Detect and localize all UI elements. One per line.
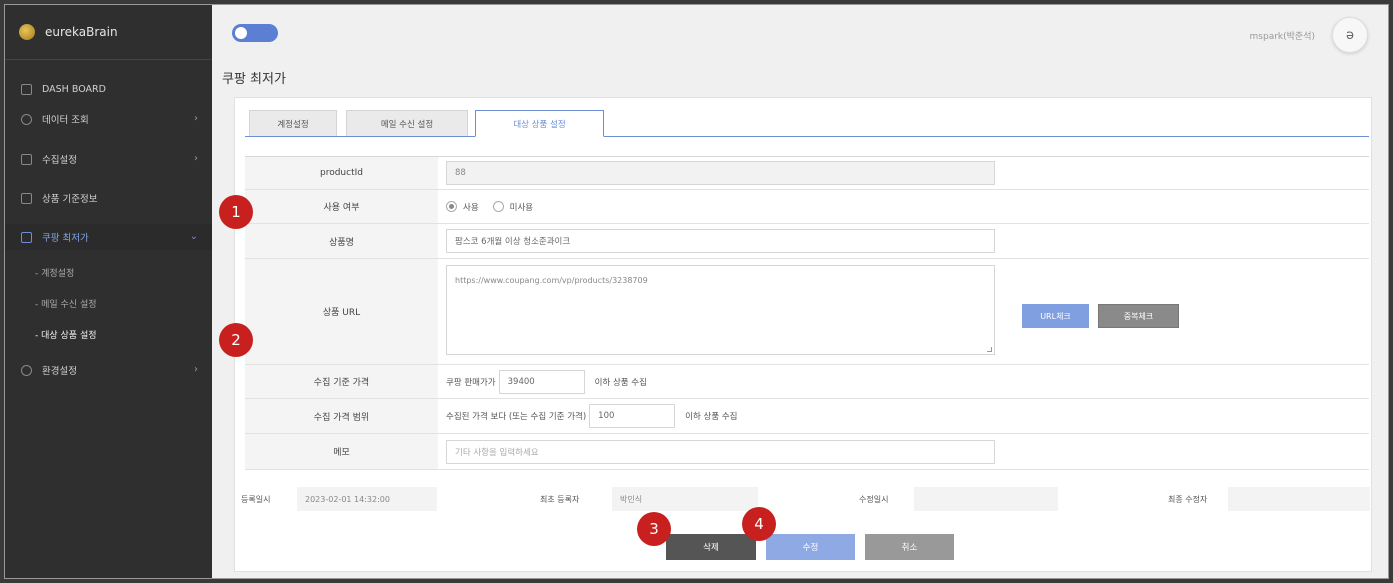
user-name: mspark(박준석)	[1249, 32, 1315, 42]
row-product-id: productId 88	[245, 157, 1369, 190]
last-mod-value	[1228, 487, 1370, 511]
tab-divider	[245, 136, 1369, 137]
tab-target-product[interactable]: 대상 상품 설정	[475, 110, 604, 137]
product-id-label: productId	[245, 157, 438, 189]
chevron-right-icon: ›	[194, 113, 198, 124]
base-price-cell: 쿠팡 판매가가 39400 이하 상품 수집	[438, 365, 647, 398]
price-range-prefix: 수집된 가격 보다 (또는 수집 기준 가격)	[446, 412, 587, 422]
user-icon: ə	[1346, 27, 1354, 43]
dup-check-button[interactable]: 중복체크	[1098, 304, 1179, 328]
product-name-cell: 팜스코 6개월 이상 청소준과이크	[438, 224, 995, 258]
brand-name: eurekaBrain	[45, 25, 118, 39]
edit-button[interactable]: 수정	[766, 534, 855, 560]
sidebar-subitem-account[interactable]: - 계정설정	[35, 266, 74, 279]
product-url-value: https://www.coupang.com/vp/products/3238…	[455, 276, 648, 285]
sidebar-item-label: 데이터 조회	[42, 115, 89, 126]
annotation-badge-4: 4	[742, 507, 776, 541]
sidebar-item-label: 환경설정	[42, 366, 77, 377]
use-label: 사용 여부	[245, 190, 438, 223]
base-price-label: 수집 기준 가격	[245, 365, 438, 398]
sidebar-subitem-mail[interactable]: - 메일 수신 설정	[35, 297, 97, 310]
reg-date-value: 2023-02-01 14:32:00	[297, 487, 437, 511]
use-cell: 사용 미사용	[438, 190, 547, 223]
product-name-input[interactable]: 팜스코 6개월 이상 청소준과이크	[446, 229, 995, 253]
sidebar: eurekaBrain DASH BOARD 데이터 조회 › 수집설정 › 상…	[5, 5, 212, 578]
mod-date-label: 수정일시	[859, 495, 889, 504]
row-base-price: 수집 기준 가격 쿠팡 판매가가 39400 이하 상품 수집	[245, 365, 1369, 399]
sidebar-toggle[interactable]	[232, 24, 278, 42]
sidebar-item-product-info[interactable]: 상품 기준정보	[5, 185, 212, 211]
price-range-label: 수집 가격 범위	[245, 399, 438, 433]
main-content: mspark(박준석) ə 쿠팡 최저가 계정설정 메일 수신 설정 대상 상품…	[212, 5, 1388, 578]
url-check-button[interactable]: URL체크	[1022, 304, 1089, 328]
chevron-down-icon: ⌄	[189, 231, 198, 242]
memo-label: 메모	[245, 434, 438, 469]
memo-cell: 기타 사항을 입력하세요	[438, 434, 995, 469]
sidebar-item-label: 상품 기준정보	[42, 194, 98, 205]
page-title: 쿠팡 최저가	[222, 72, 286, 87]
annotation-badge-2: 2	[219, 323, 253, 357]
tab-mail[interactable]: 메일 수신 설정	[346, 110, 468, 137]
sidebar-subitem-target-product[interactable]: - 대상 상품 설정	[35, 328, 97, 341]
sidebar-item-environment[interactable]: 환경설정 ›	[5, 357, 212, 383]
toggle-knob	[235, 27, 247, 39]
chevron-right-icon: ›	[194, 153, 198, 164]
base-price-suffix: 이하 상품 수집	[594, 377, 647, 388]
user-menu-button[interactable]: ə	[1332, 17, 1368, 53]
app-window: eurekaBrain DASH BOARD 데이터 조회 › 수집설정 › 상…	[4, 4, 1389, 579]
use-radio-off-label: 미사용	[509, 202, 534, 213]
sidebar-item-coupang-lowest[interactable]: 쿠팡 최저가 ⌄	[5, 224, 212, 250]
row-product-url: 상품 URL https://www.coupang.com/vp/produc…	[245, 259, 1369, 365]
price-range-suffix: 이하 상품 수집	[685, 412, 738, 422]
price-range-input[interactable]: 100	[589, 404, 676, 428]
logo-icon	[19, 24, 35, 40]
sidebar-item-label: DASH BOARD	[42, 83, 106, 95]
sidebar-item-label: 쿠팡 최저가	[42, 233, 89, 244]
first-reg-label: 최초 등록자	[540, 495, 580, 504]
tab-account[interactable]: 계정설정	[249, 110, 337, 137]
first-reg-value: 박민식	[612, 487, 758, 511]
settings-card: 계정설정 메일 수신 설정 대상 상품 설정 productId 88 사용 여…	[234, 97, 1372, 572]
chevron-right-icon: ›	[194, 364, 198, 375]
cancel-button[interactable]: 취소	[865, 534, 954, 560]
annotation-badge-3: 3	[637, 512, 671, 546]
document-icon	[21, 192, 32, 204]
use-radio-off[interactable]	[492, 201, 504, 212]
price-range-cell: 수집된 가격 보다 (또는 수집 기준 가격) 100 이하 상품 수집	[438, 399, 737, 433]
product-id-field: 88	[446, 161, 995, 185]
memo-input[interactable]: 기타 사항을 입력하세요	[446, 439, 995, 464]
monitor-icon	[21, 153, 32, 165]
resize-grip-icon[interactable]	[987, 347, 992, 352]
use-radio-on-label: 사용	[463, 202, 479, 213]
sidebar-item-dashboard[interactable]: DASH BOARD	[5, 76, 212, 102]
annotation-badge-1: 1	[219, 195, 253, 229]
product-url-textarea[interactable]: https://www.coupang.com/vp/products/3238…	[446, 265, 995, 355]
base-price-prefix: 쿠팡 판매가가	[446, 377, 496, 388]
base-price-input[interactable]: 39400	[498, 369, 585, 394]
mod-date-value	[914, 487, 1058, 511]
chart-icon	[21, 83, 32, 95]
row-price-range: 수집 가격 범위 수집된 가격 보다 (또는 수집 기준 가격) 100 이하 …	[245, 399, 1369, 434]
delete-button[interactable]: 삭제	[666, 534, 756, 560]
sidebar-item-collect-settings[interactable]: 수집설정 ›	[5, 146, 212, 172]
brand[interactable]: eurekaBrain	[5, 5, 212, 60]
sidebar-item-data-query[interactable]: 데이터 조회 ›	[5, 106, 212, 132]
last-mod-label: 최종 수정자	[1168, 495, 1208, 504]
sidebar-item-label: 수집설정	[42, 155, 77, 166]
row-memo: 메모 기타 사항을 입력하세요	[245, 434, 1369, 470]
use-radio-on[interactable]	[446, 201, 457, 212]
reg-date-label: 등록일시	[241, 495, 271, 504]
product-id-cell: 88	[438, 157, 995, 189]
meta-info: 등록일시 2023-02-01 14:32:00 최초 등록자 박민식 수정일시…	[235, 485, 1373, 515]
product-url-label: 상품 URL	[245, 259, 438, 364]
row-product-name: 상품명 팜스코 6개월 이상 청소준과이크	[245, 224, 1369, 259]
product-name-label: 상품명	[245, 224, 438, 258]
gear-icon	[21, 364, 32, 376]
search-icon	[21, 113, 32, 125]
row-use: 사용 여부 사용 미사용	[245, 190, 1369, 224]
list-icon	[21, 231, 32, 243]
